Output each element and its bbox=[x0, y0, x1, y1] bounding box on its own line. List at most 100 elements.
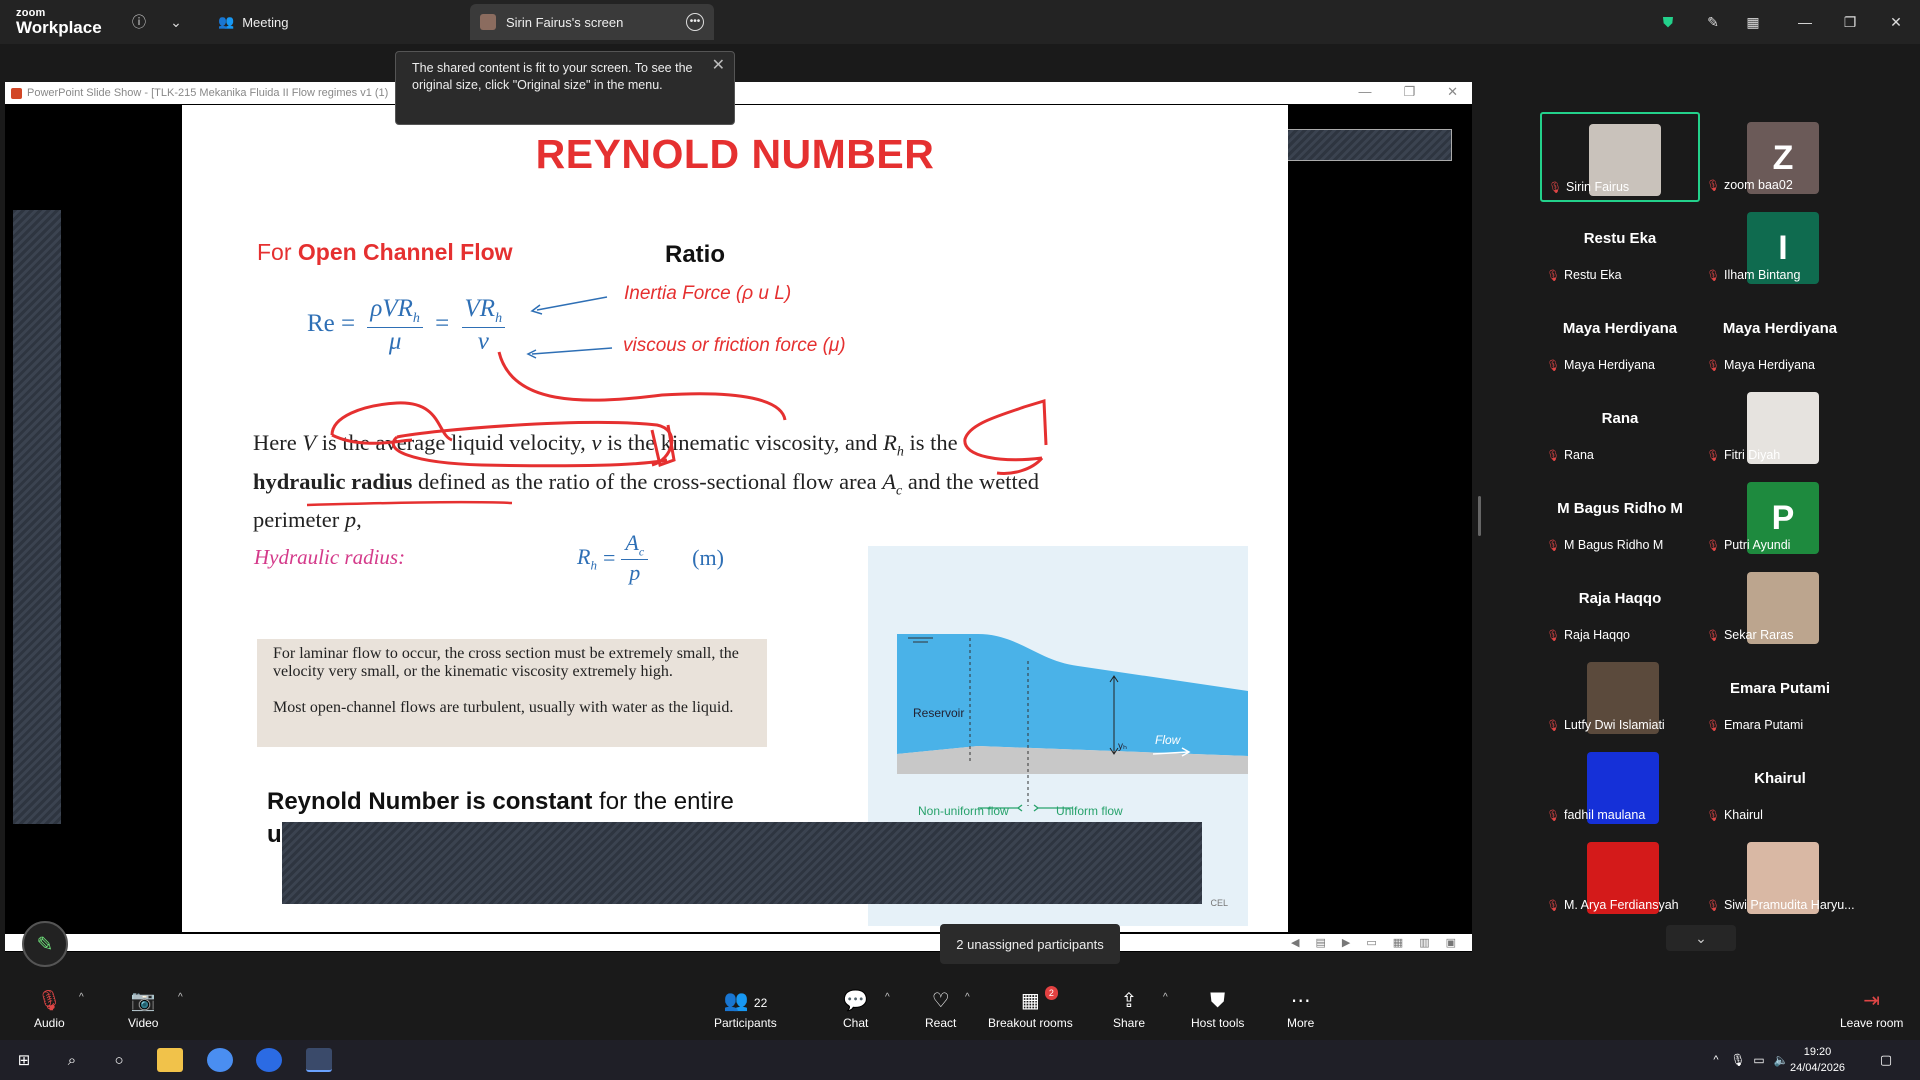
close-icon[interactable]: ✕ bbox=[1884, 10, 1908, 34]
participant-name: Emara Putami bbox=[1723, 718, 1804, 732]
chrome-icon[interactable] bbox=[207, 1048, 233, 1072]
participant-tile[interactable]: 🎙 Siwi Pramudita Haryu... bbox=[1700, 832, 1860, 922]
participant-name: Putri Ayundi bbox=[1723, 538, 1791, 552]
host-tools-button[interactable]: ⛊ Host tools bbox=[1191, 990, 1244, 1030]
inertia-force-label: Inertia Force (ρ u L) bbox=[624, 283, 792, 304]
participant-tile[interactable]: Restu Eka 🎙 Restu Eka bbox=[1540, 202, 1700, 292]
participant-tile[interactable]: Khairul 🎙 Khairul bbox=[1700, 742, 1860, 832]
slide-prev-icon[interactable]: ◀ bbox=[1291, 936, 1299, 949]
participant-tile[interactable]: M Bagus Ridho M 🎙 M Bagus Ridho M bbox=[1540, 472, 1700, 562]
windows-start-icon[interactable]: ⊞ bbox=[11, 1048, 37, 1072]
participant-name: Fitri Diyah bbox=[1723, 448, 1781, 462]
tooltip-close-icon[interactable]: ✕ bbox=[712, 57, 725, 74]
chat-options-caret[interactable]: ^ bbox=[885, 992, 890, 1003]
participant-name: Raja Haqqo bbox=[1563, 628, 1630, 642]
security-shield-icon[interactable]: ⛊ bbox=[1656, 10, 1680, 34]
audio-button[interactable]: 🎙 Audio bbox=[34, 990, 65, 1030]
mic-muted-icon: 🎙 bbox=[1706, 269, 1720, 282]
unassigned-participants-popup[interactable]: 2 unassigned participants bbox=[940, 924, 1120, 964]
mic-muted-icon: 🎙 bbox=[1706, 899, 1720, 912]
tab-shared-screen[interactable]: Sirin Fairus's screen ••• bbox=[470, 4, 714, 40]
meeting-info-icon[interactable]: ⓘ bbox=[128, 11, 150, 33]
view-layout-icon[interactable]: ▦ bbox=[1741, 10, 1765, 34]
participant-tile[interactable]: 🎙 fadhil maulana bbox=[1540, 742, 1700, 832]
para-r-sub: h bbox=[896, 444, 904, 460]
participant-tile[interactable]: P 🎙 Putri Ayundi bbox=[1700, 472, 1860, 562]
hr-equals: = bbox=[602, 545, 616, 571]
participant-tile[interactable]: Rana 🎙 Rana bbox=[1540, 382, 1700, 472]
ppt-restore-icon[interactable]: ❐ bbox=[1403, 84, 1415, 100]
para-r: R bbox=[883, 430, 897, 455]
share-button[interactable]: ⇪ Share bbox=[1113, 990, 1145, 1030]
annotate-pen-button[interactable]: ✎ bbox=[22, 921, 68, 967]
eq-sub1: h bbox=[412, 311, 420, 326]
participant-name-label: 🎙 M Bagus Ridho M bbox=[1546, 538, 1663, 552]
react-options-caret[interactable]: ^ bbox=[965, 992, 970, 1003]
slideshow-view-icon[interactable]: ▣ bbox=[1446, 936, 1456, 949]
participant-tile[interactable]: 🎙 Lutfy Dwi Islamiati bbox=[1540, 652, 1700, 742]
definition-paragraph: Here V is the average liquid velocity, ν… bbox=[253, 428, 1053, 534]
participant-tile[interactable]: Z 🎙 zoom baa02 bbox=[1700, 112, 1860, 202]
participant-tile[interactable]: Raja Haqqo 🎙 Raja Haqqo bbox=[1540, 562, 1700, 652]
participant-tile[interactable]: Emara Putami 🎙 Emara Putami bbox=[1700, 652, 1860, 742]
chat-button[interactable]: 💬 Chat bbox=[843, 990, 868, 1030]
gallery-scroll-down-button[interactable]: ⌄ bbox=[1666, 925, 1736, 951]
share-options-caret[interactable]: ^ bbox=[1163, 992, 1168, 1003]
slide-menu-icon[interactable]: ▤ bbox=[1316, 936, 1326, 949]
zoom-app-window: zoom Workplace ⓘ ⌄ 👥 Meeting Sirin Fairu… bbox=[0, 0, 1920, 1080]
breakout-rooms-button[interactable]: ▦ 2 Breakout rooms bbox=[988, 986, 1073, 1030]
video-button[interactable]: 📷 Video bbox=[128, 990, 158, 1030]
zoom-taskbar-icon[interactable] bbox=[256, 1048, 282, 1072]
hr-unit: (m) bbox=[692, 545, 724, 571]
chevron-down-icon[interactable]: ⌄ bbox=[165, 11, 187, 33]
minimize-icon[interactable]: — bbox=[1793, 10, 1817, 34]
eq-sub2: h bbox=[495, 311, 503, 326]
notifications-icon[interactable]: ▢ bbox=[1873, 1048, 1899, 1072]
participant-tile[interactable]: I 🎙 Ilham Bintang bbox=[1700, 202, 1860, 292]
sorter-view-icon[interactable]: ▦ bbox=[1393, 936, 1403, 949]
slide-next-icon[interactable]: ▶ bbox=[1342, 936, 1350, 949]
participant-tile[interactable]: 🎙 Fitri Diyah bbox=[1700, 382, 1860, 472]
mic-muted-icon: 🎙 bbox=[1548, 181, 1562, 194]
figure-caption: Non-uniform flow Uniform flow bbox=[918, 804, 1123, 818]
top-bar: zoom Workplace ⓘ ⌄ 👥 Meeting Sirin Fairu… bbox=[0, 0, 1920, 44]
more-button[interactable]: ⋯ More bbox=[1287, 990, 1314, 1030]
note-turbulent: Most open-channel flows are turbulent, u… bbox=[273, 699, 734, 716]
participant-name: M Bagus Ridho M bbox=[1563, 538, 1664, 552]
file-explorer-icon[interactable] bbox=[157, 1048, 183, 1072]
normal-view-icon[interactable]: ▭ bbox=[1366, 936, 1376, 949]
chat-icon: 💬 bbox=[843, 990, 869, 1012]
leave-room-button[interactable]: ⇥ Leave room bbox=[1840, 990, 1903, 1030]
camera-off-icon: 📷 bbox=[130, 990, 156, 1012]
video-options-caret[interactable]: ^ bbox=[178, 992, 183, 1003]
breakout-badge: 2 bbox=[1044, 986, 1058, 1000]
audio-options-caret[interactable]: ^ bbox=[79, 992, 84, 1003]
panel-resize-handle[interactable] bbox=[1478, 496, 1481, 536]
participant-tile[interactable]: 🎙 Sirin Fairus bbox=[1540, 112, 1700, 202]
chrome-active-icon[interactable] bbox=[306, 1048, 332, 1072]
more-dots-icon: ⋯ bbox=[1290, 990, 1311, 1012]
participant-tile[interactable]: Maya Herdiyana 🎙 Maya Herdiyana bbox=[1540, 292, 1700, 382]
cortana-icon[interactable]: ○ bbox=[106, 1048, 132, 1072]
participant-tile[interactable]: Maya Herdiyana 🎙 Maya Herdiyana bbox=[1700, 292, 1860, 382]
para-p: p bbox=[344, 507, 357, 532]
participant-name: M. Arya Ferdiansyah bbox=[1563, 898, 1679, 912]
react-button[interactable]: ♡ React bbox=[925, 990, 956, 1030]
search-icon[interactable]: ⌕ bbox=[59, 1048, 85, 1072]
annotate-pen-icon[interactable]: ✎ bbox=[1701, 10, 1725, 34]
hr-fraction: Ac p bbox=[621, 530, 649, 586]
tab-shared-screen-label: Sirin Fairus's screen bbox=[506, 14, 624, 30]
more-options-icon[interactable]: ••• bbox=[686, 13, 704, 31]
taskbar-clock[interactable]: 19:20 24/04/2026 bbox=[1790, 1044, 1845, 1076]
ppt-close-icon[interactable]: ✕ bbox=[1447, 84, 1458, 100]
mic-muted-icon: 🎙 bbox=[1706, 539, 1720, 552]
reading-view-icon[interactable]: ▥ bbox=[1419, 936, 1429, 949]
participant-tile[interactable]: 🎙 M. Arya Ferdiansyah bbox=[1540, 832, 1700, 922]
restore-icon[interactable]: ❐ bbox=[1838, 10, 1862, 34]
tab-meeting[interactable]: 👥 Meeting bbox=[218, 10, 288, 34]
participant-tile[interactable]: 🎙 Sekar Raras bbox=[1700, 562, 1860, 652]
participant-name-label: 🎙 Raja Haqqo bbox=[1546, 628, 1630, 642]
participant-display-name: Khairul bbox=[1754, 770, 1806, 787]
ppt-minimize-icon[interactable]: — bbox=[1358, 84, 1371, 100]
participants-button[interactable]: 👥 22 Participants bbox=[714, 990, 777, 1030]
